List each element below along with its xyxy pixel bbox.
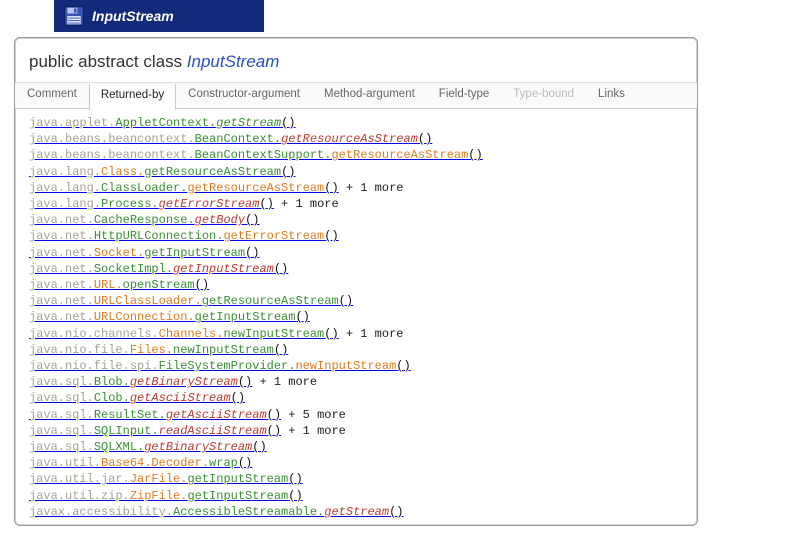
section-tab-returned-by[interactable]: Returned-by: [89, 84, 176, 110]
results-list[interactable]: java.applet.AppletContext.getStream() jav…: [15, 109, 687, 525]
result-link[interactable]: javax.accessibility.AccessibleStreamable…: [29, 505, 403, 519]
more-count: + 1 more: [281, 424, 346, 438]
result-link[interactable]: java.nio.file.Files.newInputStream(): [29, 343, 288, 357]
result-row: java.beans.beancontext.BeanContext.getRe…: [29, 131, 683, 147]
result-link[interactable]: java.util.jar.JarFile.getInputStream(): [29, 472, 303, 486]
floppy-icon: [64, 6, 84, 26]
result-link[interactable]: java.sql.Blob.getBinaryStream(): [29, 375, 252, 389]
more-count: + 1 more: [252, 375, 317, 389]
result-row: java.beans.beancontext.BeanContextSuppor…: [29, 147, 683, 163]
result-link[interactable]: java.beans.beancontext.BeanContextSuppor…: [29, 148, 483, 162]
window-tab-title: InputStream: [92, 8, 174, 24]
result-link[interactable]: java.net.URLConnection.getInputStream(): [29, 310, 310, 324]
result-row: java.net.HttpURLConnection.getErrorStrea…: [29, 228, 683, 244]
result-link[interactable]: java.sql.SQLInput.readAsciiStream(): [29, 424, 281, 438]
more-count: + 1 more: [274, 197, 339, 211]
class-prefix: public abstract class: [29, 52, 187, 71]
result-row: java.sql.Blob.getBinaryStream() + 1 more: [29, 374, 683, 390]
result-row: java.util.jar.JarFile.getInputStream(): [29, 471, 683, 487]
class-name: InputStream: [187, 52, 280, 71]
section-tab-links[interactable]: Links: [586, 83, 637, 108]
result-link[interactable]: java.beans.beancontext.BeanContext.getRe…: [29, 132, 432, 146]
result-link[interactable]: java.lang.Process.getErrorStream(): [29, 197, 274, 211]
result-link[interactable]: java.nio.file.spi.FileSystemProvider.new…: [29, 359, 411, 373]
result-row: java.net.Socket.getInputStream(): [29, 245, 683, 261]
result-link[interactable]: java.net.CacheResponse.getBody(): [29, 213, 259, 227]
result-row: java.lang.ClassLoader.getResourceAsStrea…: [29, 180, 683, 196]
result-row: java.nio.file.Files.newInputStream(): [29, 342, 683, 358]
result-row: java.net.URL.openStream(): [29, 277, 683, 293]
section-tab-field-type[interactable]: Field-type: [427, 83, 502, 108]
result-row: java.applet.AppletContext.getStream(): [29, 115, 683, 131]
result-row: java.nio.file.spi.FileSystemProvider.new…: [29, 358, 683, 374]
section-tab-comment[interactable]: Comment: [15, 83, 89, 108]
result-row: java.sql.SQLInput.readAsciiStream() + 1 …: [29, 423, 683, 439]
more-count: + 1 more: [339, 327, 404, 341]
result-link[interactable]: java.net.URL.openStream(): [29, 278, 209, 292]
result-row: java.net.URLConnection.getInputStream(): [29, 309, 683, 325]
section-tab-constructor-argument[interactable]: Constructor-argument: [176, 83, 312, 108]
result-row: java.sql.SQLXML.getBinaryStream(): [29, 439, 683, 455]
section-tabs: CommentReturned-byConstructor-argumentMe…: [15, 83, 697, 109]
result-link[interactable]: java.util.zip.ZipFile.getInputStream(): [29, 489, 303, 503]
result-row: java.net.URLClassLoader.getResourceAsStr…: [29, 293, 683, 309]
more-count: + 1 more: [339, 181, 404, 195]
result-link[interactable]: java.net.HttpURLConnection.getErrorStrea…: [29, 229, 339, 243]
result-link[interactable]: java.applet.AppletContext.getStream(): [29, 116, 295, 130]
class-declaration: public abstract class InputStream: [15, 38, 697, 83]
result-row: java.net.SocketImpl.getInputStream(): [29, 261, 683, 277]
section-tab-type-bound: Type-bound: [501, 83, 586, 108]
more-count: + 5 more: [281, 408, 346, 422]
result-link[interactable]: java.sql.Clob.getAsciiStream(): [29, 391, 245, 405]
result-link[interactable]: java.lang.ClassLoader.getResourceAsStrea…: [29, 181, 339, 195]
result-row: java.lang.Process.getErrorStream() + 1 m…: [29, 196, 683, 212]
result-row: java.lang.Class.getResourceAsStream(): [29, 164, 683, 180]
result-row: java.net.CacheResponse.getBody(): [29, 212, 683, 228]
result-link[interactable]: java.lang.Class.getResourceAsStream(): [29, 165, 295, 179]
result-row: java.util.Base64.Decoder.wrap(): [29, 455, 683, 471]
result-link[interactable]: java.nio.channels.Channels.newInputStrea…: [29, 327, 339, 341]
window-tab[interactable]: InputStream: [54, 0, 264, 32]
result-link[interactable]: java.sql.ResultSet.getAsciiStream(): [29, 408, 281, 422]
doc-panel: public abstract class InputStream Commen…: [14, 37, 698, 526]
results-list-wrap: java.applet.AppletContext.getStream() jav…: [15, 109, 697, 525]
result-link[interactable]: java.net.Socket.getInputStream(): [29, 246, 259, 260]
result-link[interactable]: java.net.URLClassLoader.getResourceAsStr…: [29, 294, 353, 308]
result-row: java.sql.ResultSet.getAsciiStream() + 5 …: [29, 407, 683, 423]
result-row: javax.accessibility.AccessibleStreamable…: [29, 504, 683, 520]
result-link[interactable]: java.sql.SQLXML.getBinaryStream(): [29, 440, 267, 454]
result-link[interactable]: java.util.Base64.Decoder.wrap(): [29, 456, 252, 470]
section-tab-method-argument[interactable]: Method-argument: [312, 83, 427, 108]
result-row: java.sql.Clob.getAsciiStream(): [29, 390, 683, 406]
result-row: java.util.zip.ZipFile.getInputStream(): [29, 488, 683, 504]
result-row: java.nio.channels.Channels.newInputStrea…: [29, 326, 683, 342]
result-link[interactable]: java.net.SocketImpl.getInputStream(): [29, 262, 288, 276]
